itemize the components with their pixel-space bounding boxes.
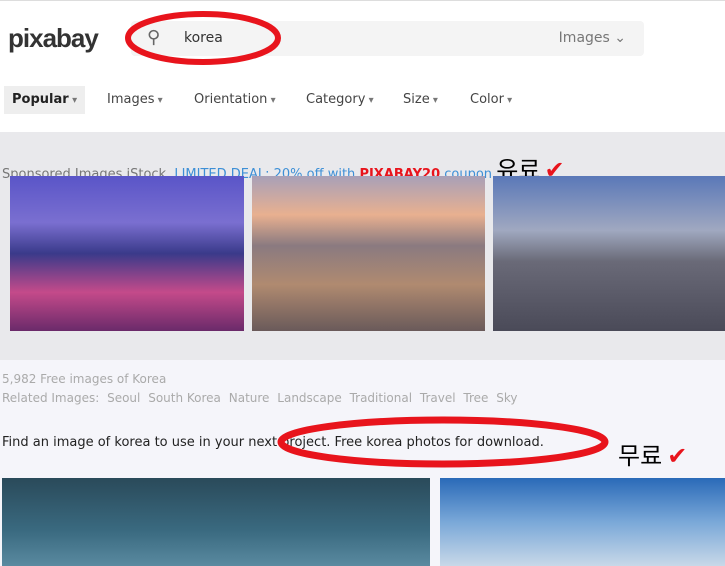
related-tag[interactable]: Sky — [496, 391, 517, 405]
check-icon: ✔ — [667, 442, 688, 470]
search-input[interactable]: korea — [184, 30, 223, 46]
related-images: Related Images: Seoul South Korea Nature… — [2, 391, 521, 405]
search-type-label: Images — [558, 30, 610, 46]
chevron-down-icon: ⌄ — [614, 30, 626, 46]
related-tag[interactable]: Nature — [229, 391, 270, 405]
related-tag[interactable]: South Korea — [148, 391, 221, 405]
filter-popular[interactable]: Popular — [4, 86, 86, 114]
sponsored-image-3[interactable] — [493, 176, 725, 331]
free-annotation: 무료 ✔ — [618, 436, 687, 471]
results-description: Find an image of korea to use in your ne… — [2, 435, 544, 450]
result-image-1[interactable] — [2, 478, 430, 566]
filter-bar: Popular Images Orientation Category Size… — [0, 68, 725, 132]
filter-images[interactable]: Images — [99, 86, 171, 114]
related-tag[interactable]: Seoul — [107, 391, 140, 405]
search-bar[interactable]: ⚲ korea Images ⌄ — [131, 21, 644, 56]
related-tag[interactable]: Landscape — [277, 391, 341, 405]
filter-size[interactable]: Size — [395, 86, 446, 114]
results-count: 5,982 Free images of Korea — [2, 372, 167, 386]
header: pixabay ⚲ korea Images ⌄ — [0, 0, 725, 68]
result-image-2[interactable] — [440, 478, 725, 566]
sponsored-image-1[interactable] — [10, 176, 244, 331]
search-type-dropdown[interactable]: Images ⌄ — [559, 30, 626, 46]
related-label: Related Images: — [2, 391, 100, 405]
sponsored-image-2[interactable] — [252, 176, 485, 331]
related-tag[interactable]: Tree — [463, 391, 488, 405]
filter-orientation[interactable]: Orientation — [186, 86, 284, 114]
filter-color[interactable]: Color — [462, 86, 520, 114]
related-tag[interactable]: Traditional — [350, 391, 412, 405]
filter-category[interactable]: Category — [298, 86, 382, 114]
pixabay-logo[interactable]: pixabay — [8, 23, 99, 54]
search-icon[interactable]: ⚲ — [147, 27, 160, 48]
sponsored-section: Sponsored Images iStock LIMITED DEAL: 20… — [0, 132, 725, 360]
related-tag[interactable]: Travel — [420, 391, 456, 405]
free-annotation-text: 무료 — [618, 442, 663, 470]
